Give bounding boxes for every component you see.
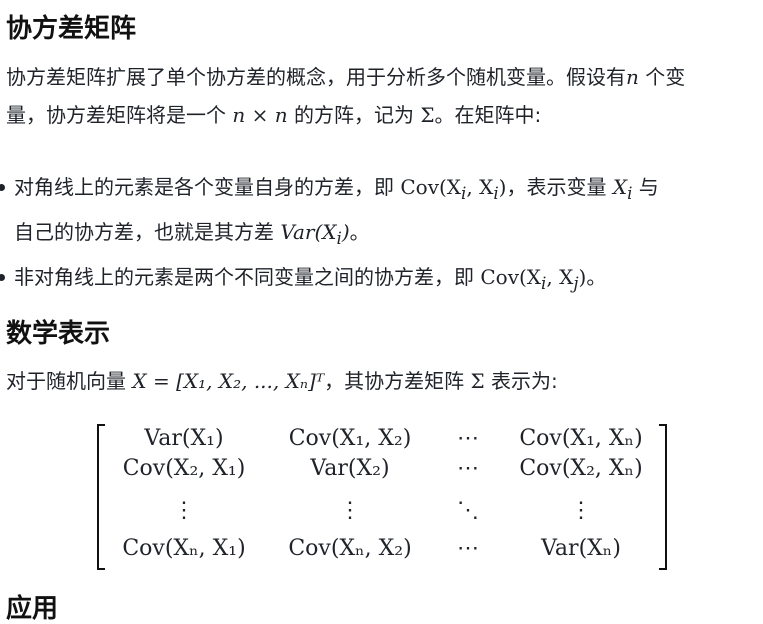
math-part: Cov(X	[480, 265, 542, 289]
math-sigma: Σ	[420, 103, 435, 127]
math-xi: Xi	[612, 175, 633, 203]
matrix-row: Cov(Xₙ, X₁) Cov(Xₙ, X₂) ⋯ Var(Xₙ)	[97, 536, 667, 570]
math-cov-xi-xi: Cov(Xi, Xi)	[400, 175, 506, 203]
intro-text-2a: 量，协方差矩阵将是一个	[6, 103, 233, 127]
covariance-matrix: Var(X₁) Cov(X₁, X₂) ⋯ Cov(X₁, Xₙ) Cov(X₂…	[97, 424, 667, 570]
intro-text-2b: 的方阵，记为	[287, 103, 421, 127]
matrix-cell: ⋯	[457, 456, 479, 481]
matrix-cell: Cov(X₁, X₂)	[288, 426, 412, 451]
math-part: , X	[546, 265, 574, 289]
matrix-cell: Cov(X₂, X₁)	[122, 456, 246, 481]
matrix-row: Cov(X₂, X₁) Var(X₂) ⋯ Cov(X₂, Xₙ)	[97, 456, 667, 490]
bullet1-line2-a: 自己的协方差，也就是其方差	[14, 220, 281, 244]
bullet1-line2-b: 。	[349, 220, 370, 244]
matrix-cell: ⋯	[457, 426, 479, 451]
math-part: X	[612, 175, 628, 199]
math-para-text-b: ，其协方差矩阵	[324, 369, 471, 393]
section-title-covariance-matrix: 协方差矩阵	[6, 14, 137, 44]
math-random-vector: X = [X₁, X₂, ..., Xₙ]ᵀ	[132, 369, 325, 393]
matrix-cell: Cov(Xₙ, X₁)	[122, 536, 246, 561]
intro-text-1a: 协方差矩阵扩展了单个协方差的概念，用于分析多个随机变量。假设有	[6, 65, 626, 89]
math-paragraph: 对于随机向量 X = [X₁, X₂, ..., Xₙ]ᵀ，其协方差矩阵 Σ 表…	[6, 362, 758, 400]
math-var-xi: Var(Xi)	[280, 220, 350, 248]
bullet-dot	[0, 274, 5, 281]
math-cov-xi-xj: Cov(Xi, Xj)	[480, 265, 586, 293]
bullet1-text-b: ，表示变量	[506, 175, 613, 199]
math-para-text-c: 表示为:	[484, 369, 558, 393]
matrix-cell: ⋮	[173, 498, 195, 523]
math-n-by-n: n × n	[232, 103, 288, 127]
matrix-cell: Cov(X₂, Xₙ)	[519, 456, 643, 481]
section-title-math-representation: 数学表示	[6, 319, 111, 349]
bullet1-text-a: 对角线上的元素是各个变量自身的方差，即	[14, 175, 401, 199]
matrix-cell: ⋮	[339, 498, 361, 523]
bullet2-text-a: 非对角线上的元素是两个不同变量之间的协方差，即	[14, 265, 481, 289]
math-part: , X	[466, 175, 494, 199]
math-n: n	[626, 65, 639, 89]
math-sigma: Σ	[470, 369, 485, 393]
math-part: Var(X	[280, 220, 337, 244]
bullet-dot	[0, 184, 5, 191]
math-part: )	[341, 220, 350, 244]
intro-paragraph: 协方差矩阵扩展了单个协方差的概念，用于分析多个随机变量。假设有n 个变 量，协方…	[6, 58, 758, 134]
matrix-cell: Cov(Xₙ, X₂)	[288, 536, 412, 561]
matrix-cell: ⋱	[457, 498, 479, 523]
intro-text-1b: 个变	[638, 65, 686, 89]
matrix-cell: ⋮	[570, 498, 592, 523]
matrix-row: ⋮ ⋮ ⋱ ⋮	[97, 498, 667, 532]
matrix-cell: Cov(X₁, Xₙ)	[519, 426, 643, 451]
intro-text-2c: 。在矩阵中:	[434, 103, 542, 127]
list-item-off-diagonal: 非对角线上的元素是两个不同变量之间的协方差，即 Cov(Xi, Xj)。	[0, 258, 760, 303]
matrix-cell: Var(Xₙ)	[541, 536, 621, 561]
bullet-list: 对角线上的元素是各个变量自身的方差，即 Cov(Xi, Xi)，表示变量 Xi …	[0, 168, 760, 303]
bullet2-text-b: 。	[586, 265, 607, 289]
matrix-row: Var(X₁) Cov(X₁, X₂) ⋯ Cov(X₁, Xₙ)	[97, 426, 667, 460]
matrix-cell: Var(X₂)	[310, 456, 390, 481]
math-para-text-a: 对于随机向量	[6, 369, 133, 393]
list-item-diagonal: 对角线上的元素是各个变量自身的方差，即 Cov(Xi, Xi)，表示变量 Xi …	[0, 168, 760, 258]
math-part: Cov(X	[400, 175, 462, 199]
section-title-applications-cut: 应用	[6, 594, 59, 624]
matrix-cell: ⋯	[457, 536, 479, 561]
bullet1-text-c: 与	[632, 175, 659, 199]
matrix-cell: Var(X₁)	[144, 426, 224, 451]
